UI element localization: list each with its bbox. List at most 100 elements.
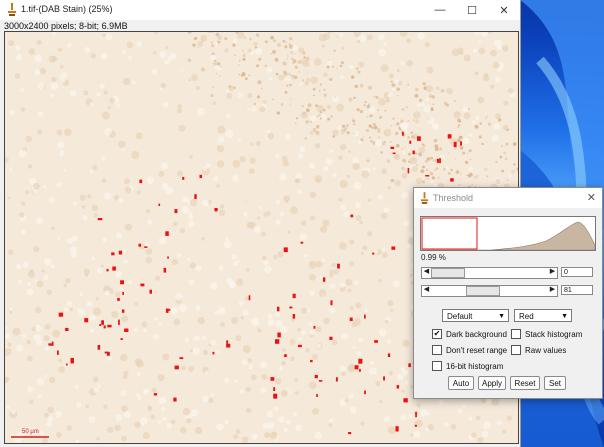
checkbox-box[interactable] — [511, 345, 521, 355]
method-select-value: Default — [447, 312, 473, 321]
thresholded-particle — [412, 150, 415, 155]
max-threshold-value[interactable]: 81 — [561, 285, 593, 295]
close-button[interactable]: ✕ — [488, 0, 520, 20]
image-window-title: 1.tif-(DAB Stain) (25%) — [21, 4, 113, 14]
thresholded-particle — [407, 168, 410, 174]
thresholded-particle — [139, 179, 143, 184]
left-arrow-icon[interactable]: ◀ — [422, 267, 431, 277]
threshold-titlebar[interactable]: Threshold ✕ — [414, 188, 602, 208]
image-info: 3000x2400 pixels; 8-bit; 6.9MB — [4, 21, 128, 31]
thresholded-particle — [337, 263, 340, 269]
thresholded-particle — [284, 354, 287, 357]
auto-button[interactable]: Auto — [448, 376, 474, 390]
checkbox-box[interactable] — [432, 361, 442, 371]
image-window-titlebar[interactable]: 1.tif-(DAB Stain) (25%) — ☐ ✕ — [0, 0, 520, 20]
left-arrow-icon[interactable]: ◀ — [422, 285, 431, 295]
minimize-button[interactable]: — — [424, 0, 456, 20]
thresholded-particle — [70, 357, 74, 364]
thresholded-particle — [310, 359, 313, 363]
thresholded-particle — [173, 397, 177, 402]
maximize-icon: ☐ — [467, 4, 477, 17]
checkbox-label: Raw values — [525, 345, 567, 355]
thresholded-particle — [199, 174, 203, 179]
dark-background-checkbox[interactable]: ✔ Dark background — [432, 329, 507, 339]
chevron-down-icon: ▼ — [561, 313, 568, 320]
sixteen-bit-histogram-checkbox[interactable]: 16-bit histogram — [432, 361, 503, 371]
slider-thumb[interactable] — [431, 268, 465, 278]
thresholded-particle — [414, 424, 417, 427]
thresholded-particle — [106, 268, 109, 272]
slider-thumb[interactable] — [466, 286, 500, 296]
thresholded-particle — [316, 394, 318, 397]
thresholded-particle — [84, 318, 89, 323]
thresholded-particle — [453, 141, 457, 148]
checkbox-box[interactable] — [432, 345, 442, 355]
reset-button[interactable]: Reset — [510, 376, 540, 390]
thresholded-particle — [58, 312, 64, 317]
thresholded-particle — [415, 411, 417, 418]
thresholded-particle — [391, 246, 396, 250]
checkbox-box[interactable] — [511, 329, 521, 339]
thresholded-particle — [403, 398, 408, 403]
thresholded-particle — [163, 267, 167, 273]
thresholded-particle — [401, 131, 404, 136]
thresholded-particle — [372, 252, 375, 255]
min-threshold-slider[interactable]: ◀ ▶ — [421, 267, 558, 279]
thresholded-particle — [425, 175, 430, 177]
thresholded-particle — [65, 327, 69, 331]
checkbox-label: 16-bit histogram — [446, 361, 504, 371]
thresholded-particle — [292, 314, 296, 319]
thresholded-particle — [97, 345, 101, 350]
thresholded-particle — [437, 159, 440, 163]
thresholded-particle — [396, 385, 400, 389]
thresholded-particle — [248, 295, 251, 301]
right-arrow-icon[interactable]: ▶ — [548, 267, 557, 277]
thresholded-particle — [275, 339, 280, 344]
thresholded-particle — [174, 209, 178, 214]
max-threshold-slider[interactable]: ◀ ▶ — [421, 285, 558, 297]
imagej-microscope-icon — [8, 3, 16, 16]
histogram-curve — [421, 221, 595, 250]
method-select[interactable]: Default ▼ — [442, 309, 509, 322]
thresholded-particle — [104, 351, 109, 354]
thresholded-particle — [322, 277, 326, 282]
set-button[interactable]: Set — [544, 376, 566, 390]
close-icon[interactable]: ✕ — [587, 191, 596, 204]
right-arrow-icon[interactable]: ▶ — [548, 285, 557, 295]
thresholded-particle — [349, 317, 353, 322]
thresholded-particle — [182, 176, 185, 180]
raw-values-checkbox[interactable]: Raw values — [511, 345, 566, 355]
thresholded-particle — [450, 178, 454, 182]
thresholded-particle — [460, 141, 462, 146]
thresholded-particle — [121, 309, 125, 313]
thresholded-particle — [48, 343, 53, 346]
thresholded-particle — [166, 308, 171, 311]
dont-reset-range-checkbox[interactable]: Don't reset range — [432, 345, 507, 355]
thresholded-particle — [179, 357, 184, 360]
thresholded-particle — [101, 320, 104, 325]
thresholded-particle — [318, 380, 323, 382]
threshold-title: Threshold — [433, 193, 474, 203]
thresholded-particle — [359, 368, 361, 372]
maximize-button[interactable]: ☐ — [456, 0, 488, 20]
thresholded-particle — [144, 246, 148, 248]
stack-histogram-checkbox[interactable]: Stack histogram — [511, 329, 582, 339]
display-mode-select[interactable]: Red ▼ — [514, 309, 572, 322]
thresholded-particle — [97, 218, 103, 221]
checkbox-box[interactable]: ✔ — [432, 329, 442, 339]
thresholded-particle — [395, 426, 399, 432]
thresholded-particle — [165, 231, 169, 236]
min-threshold-value[interactable]: 0 — [561, 267, 593, 277]
thresholded-particle — [118, 250, 123, 255]
thresholded-particle — [313, 325, 316, 329]
thresholded-particle — [314, 375, 318, 379]
threshold-dialog: Threshold ✕ 0.99 % ◀ ▶ 0 ◀ ▶ 81 Default … — [413, 187, 603, 399]
thresholded-particle — [66, 363, 68, 366]
thresholded-particle — [392, 152, 396, 155]
thresholded-particle — [409, 140, 412, 144]
thresholded-particle — [364, 390, 366, 395]
checkbox-label: Don't reset range — [446, 345, 508, 355]
display-mode-value: Red — [519, 312, 534, 321]
thresholded-particle — [194, 194, 197, 199]
apply-button[interactable]: Apply — [478, 376, 506, 390]
